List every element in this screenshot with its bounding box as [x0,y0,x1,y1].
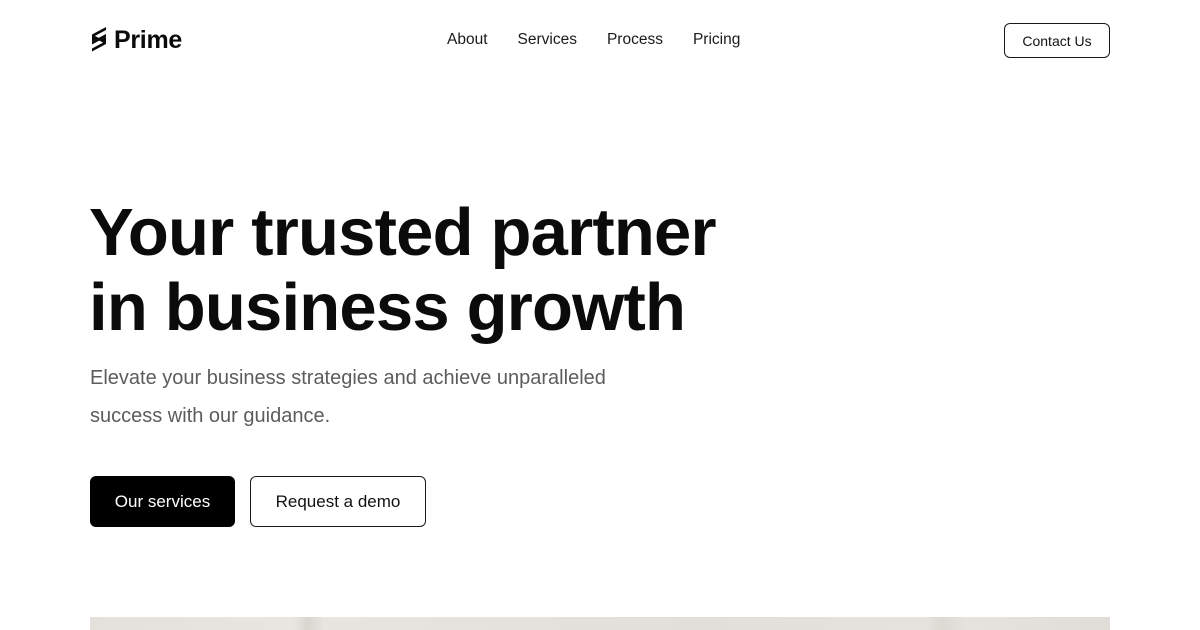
hero-subtext-line-1: Elevate your business strategies and ach… [90,367,606,389]
hero-headline-line-1: Your trusted partner [89,195,717,270]
hero-headline: Your trusted partner in business growth [89,195,717,345]
brand-name: Prime [114,26,182,54]
nav-link-services[interactable]: Services [518,30,577,50]
main-nav: About Services Process Pricing [447,30,740,50]
bolt-logo-icon [92,27,106,52]
nav-link-about[interactable]: About [447,30,488,50]
brand-logo[interactable]: Prime [90,25,182,55]
nav-link-pricing[interactable]: Pricing [693,30,740,50]
hero-subtext-line-2: success with our guidance. [90,405,331,427]
hero-image [90,617,1110,630]
hero-subtext: Elevate your business strategies and ach… [90,359,690,435]
contact-us-button[interactable]: Contact Us [1004,23,1110,58]
hero-headline-line-2: in business growth [89,270,686,345]
nav-link-process[interactable]: Process [607,30,663,50]
our-services-button[interactable]: Our services [90,476,235,527]
request-demo-button[interactable]: Request a demo [250,476,426,527]
